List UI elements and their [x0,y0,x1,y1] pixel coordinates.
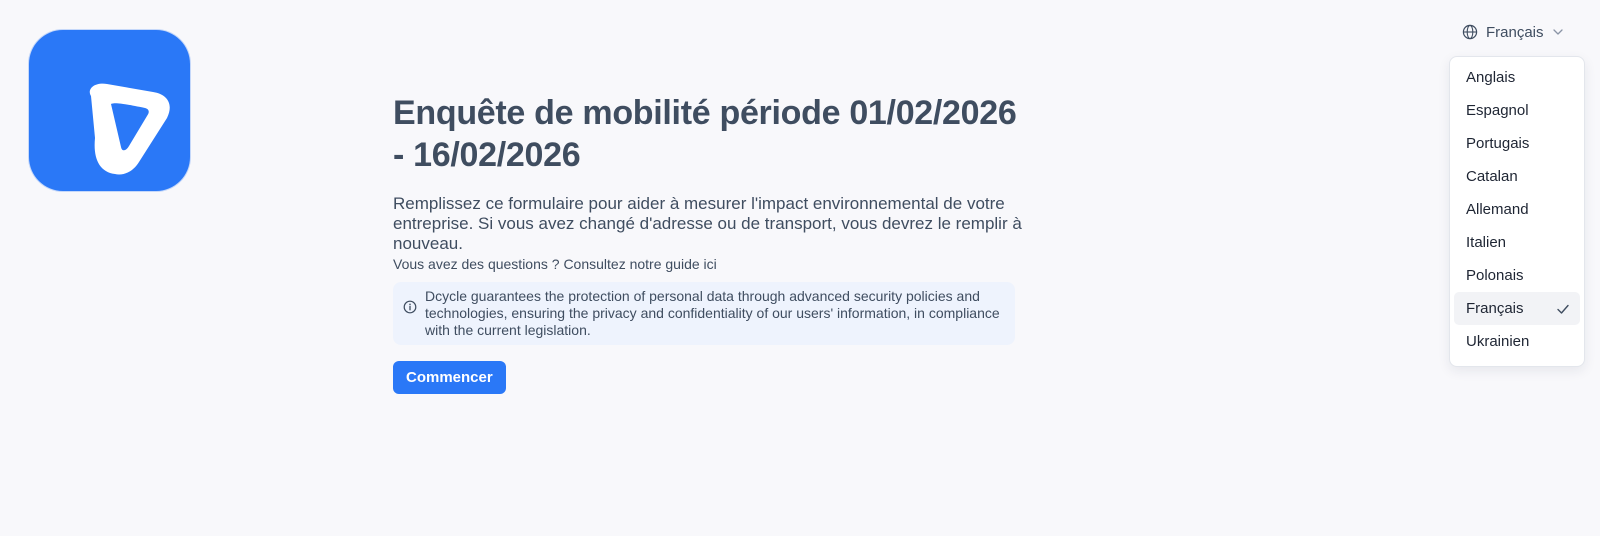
language-option-catalan[interactable]: Catalan [1454,160,1580,193]
chevron-down-icon [1552,29,1563,35]
language-dropdown-menu: Anglais Espagnol Portugais Catalan Allem… [1449,56,1585,367]
dcycle-logo [29,30,190,191]
language-option-allemand[interactable]: Allemand [1454,193,1580,226]
survey-description: Remplissez ce formulaire pour aider à me… [393,194,1022,253]
language-option-espagnol[interactable]: Espagnol [1454,94,1580,127]
check-icon [1557,304,1569,314]
language-option-francais[interactable]: Français [1454,292,1580,325]
survey-intro: Enquête de mobilité période 01/02/2026 -… [393,92,1033,394]
globe-icon [1462,24,1478,40]
language-option-ukrainien[interactable]: Ukrainien [1454,325,1580,358]
language-option-polonais[interactable]: Polonais [1454,259,1580,292]
guide-link-text[interactable]: Vous avez des questions ? Consultez notr… [393,255,1033,273]
privacy-notice-text: Dcycle guarantees the protection of pers… [425,288,1000,338]
page-title: Enquête de mobilité période 01/02/2026 -… [393,94,1017,174]
dcycle-logo-icon [89,83,170,175]
survey-landing-page: Enquête de mobilité période 01/02/2026 -… [0,0,1600,536]
language-selector[interactable]: Français [1462,20,1564,44]
privacy-notice: Dcycle guarantees the protection of pers… [393,282,1015,345]
start-button[interactable]: Commencer [393,361,506,394]
info-icon [403,300,417,314]
language-option-anglais[interactable]: Anglais [1454,61,1580,94]
language-option-portugais[interactable]: Portugais [1454,127,1580,160]
language-option-italien[interactable]: Italien [1454,226,1580,259]
language-selector-label: Français [1486,23,1544,41]
